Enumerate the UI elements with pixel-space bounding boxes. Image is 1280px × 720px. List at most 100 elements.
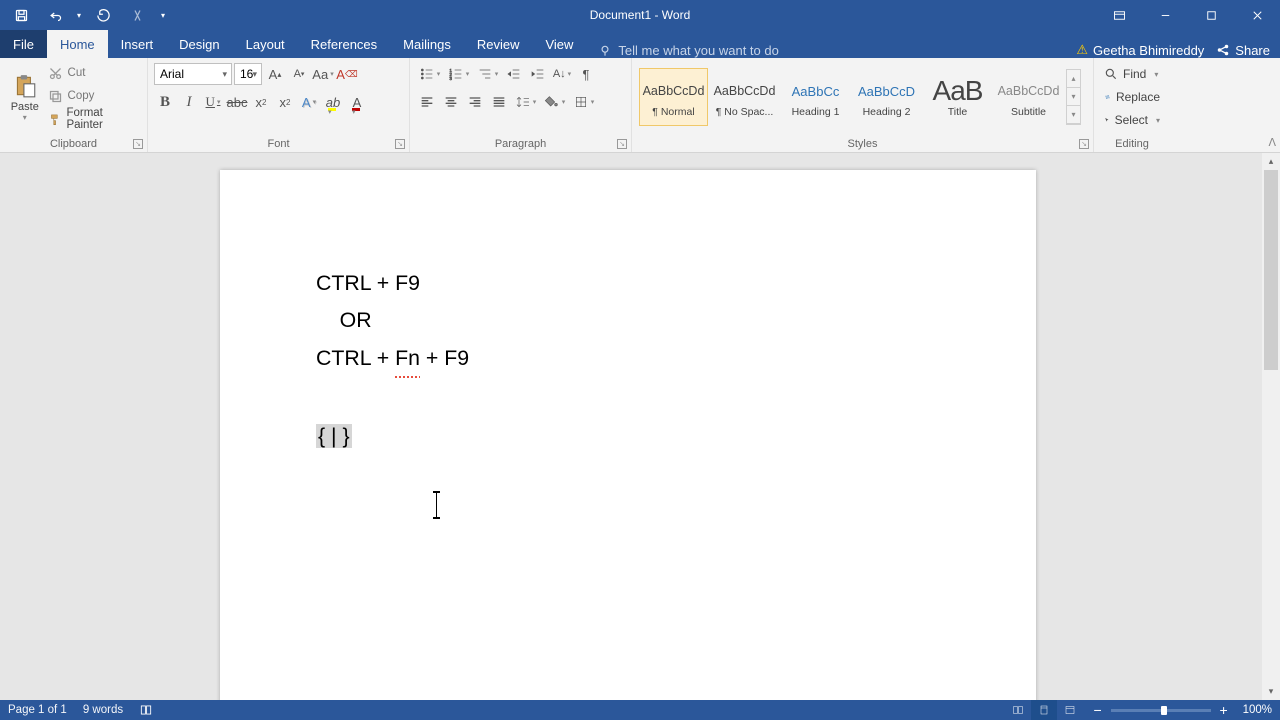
maximize-button[interactable] [1188, 0, 1234, 30]
align-right-button[interactable] [464, 91, 486, 113]
spell-error-fn[interactable]: Fn [395, 340, 420, 377]
text-effects-button[interactable]: A [298, 91, 320, 113]
styles-dialog-launcher[interactable]: ↘ [1079, 139, 1089, 149]
format-painter-button[interactable]: Format Painter [48, 108, 137, 130]
italic-button[interactable]: I [178, 91, 200, 113]
web-layout-button[interactable] [1057, 700, 1083, 720]
underline-button[interactable]: U [202, 91, 224, 113]
copy-button[interactable]: Copy [48, 85, 137, 107]
tab-insert[interactable]: Insert [108, 30, 167, 58]
justify-button[interactable] [488, 91, 510, 113]
window-title: Document1 - Word [590, 8, 690, 22]
ribbon-options-button[interactable] [1096, 0, 1142, 30]
tab-design[interactable]: Design [166, 30, 232, 58]
collapse-ribbon-button[interactable]: ᐱ [1268, 136, 1276, 149]
scroll-down-button[interactable]: ▾ [1262, 683, 1280, 700]
line-spacing-button[interactable] [512, 91, 539, 113]
borders-button[interactable] [570, 91, 597, 113]
align-center-button[interactable] [440, 91, 462, 113]
find-button[interactable]: Find▾ [1104, 63, 1160, 85]
print-layout-button[interactable] [1031, 700, 1057, 720]
subscript-button[interactable]: x2 [250, 91, 272, 113]
tab-layout[interactable]: Layout [233, 30, 298, 58]
share-button[interactable]: Share [1216, 43, 1270, 58]
grow-font-button[interactable]: A▴ [264, 63, 286, 85]
font-color-button[interactable]: A [346, 91, 368, 113]
highlight-button[interactable]: ab [322, 91, 344, 113]
document-content[interactable]: CTRL + F9 OR CTRL + Fn + F9 { | } [316, 265, 469, 455]
user-account[interactable]: ⚠ Geetha Bhimireddy [1076, 42, 1204, 58]
replace-button[interactable]: Replace [1104, 86, 1160, 108]
tab-view[interactable]: View [532, 30, 586, 58]
sort-button[interactable]: A↓ [551, 63, 573, 85]
vertical-scrollbar[interactable]: ▴ ▾ [1262, 153, 1280, 700]
shrink-font-button[interactable]: A▾ [288, 63, 310, 85]
page-count[interactable]: Page 1 of 1 [8, 704, 67, 716]
align-left-button[interactable] [416, 91, 438, 113]
tab-review[interactable]: Review [464, 30, 533, 58]
touch-mode-button[interactable] [120, 0, 154, 30]
select-button[interactable]: Select▾ [1104, 109, 1160, 131]
close-button[interactable] [1234, 0, 1280, 30]
tab-file[interactable]: File [0, 30, 47, 58]
read-mode-button[interactable] [1005, 700, 1031, 720]
font-dialog-launcher[interactable]: ↘ [395, 139, 405, 149]
bullets-button[interactable] [416, 63, 443, 85]
style-heading-1[interactable]: AaBbCcHeading 1 [781, 68, 850, 126]
tab-references[interactable]: References [298, 30, 390, 58]
style---normal[interactable]: AaBbCcDd¶ Normal [639, 68, 708, 126]
word-count[interactable]: 9 words [83, 704, 123, 716]
zoom-slider[interactable]: − + 100% [1091, 702, 1272, 718]
clipboard-group-label: Clipboard [0, 138, 147, 150]
multilevel-list-button[interactable] [474, 63, 501, 85]
undo-button[interactable] [38, 0, 72, 30]
zoom-percent[interactable]: 100% [1243, 704, 1272, 716]
zoom-out-button[interactable]: − [1091, 702, 1105, 718]
change-case-button[interactable]: Aa [312, 63, 334, 85]
zoom-in-button[interactable]: + [1217, 702, 1231, 718]
scroll-up-button[interactable]: ▴ [1262, 153, 1280, 170]
group-font: Arial 16 A▴ A▾ Aa A⌫ B I U abc x2 x2 A a… [148, 58, 410, 152]
clipboard-dialog-launcher[interactable]: ↘ [133, 139, 143, 149]
bold-button[interactable]: B [154, 91, 176, 113]
text-line-2: OR [340, 308, 372, 332]
font-size-select[interactable]: 16 [234, 63, 262, 85]
quick-access-toolbar: ▾ ▾ [0, 0, 172, 30]
show-hide-button[interactable]: ¶ [575, 63, 597, 85]
ribbon-tabs: File Home Insert Design Layout Reference… [0, 30, 1280, 58]
undo-dropdown[interactable]: ▾ [72, 0, 86, 30]
tab-home[interactable]: Home [47, 30, 108, 58]
scroll-thumb[interactable] [1264, 170, 1278, 370]
tab-mailings[interactable]: Mailings [390, 30, 464, 58]
proofing-icon[interactable] [139, 703, 153, 717]
qat-customize[interactable]: ▾ [154, 0, 172, 30]
paste-button[interactable]: Paste ▾ [6, 60, 44, 134]
save-button[interactable] [4, 0, 38, 30]
style-subtitle[interactable]: AaBbCcDdSubtitle [994, 68, 1063, 126]
field-code-braces[interactable]: { | } [316, 424, 352, 448]
minimize-button[interactable] [1142, 0, 1188, 30]
redo-button[interactable] [86, 0, 120, 30]
numbering-button[interactable]: 123 [445, 63, 472, 85]
font-name-select[interactable]: Arial [154, 63, 232, 85]
zoom-track[interactable] [1111, 709, 1211, 712]
paragraph-dialog-launcher[interactable]: ↘ [617, 139, 627, 149]
style-heading-2[interactable]: AaBbCcDHeading 2 [852, 68, 921, 126]
styles-scroll[interactable]: ▴▾▾ [1066, 69, 1081, 125]
shading-button[interactable] [541, 91, 568, 113]
superscript-button[interactable]: x2 [274, 91, 296, 113]
cut-button[interactable]: Cut [48, 62, 137, 84]
window-controls [1096, 0, 1280, 30]
style---no-spac---[interactable]: AaBbCcDd¶ No Spac... [710, 68, 779, 126]
group-styles: AaBbCcDd¶ NormalAaBbCcDd¶ No Spac...AaBb… [632, 58, 1094, 152]
document-page[interactable]: CTRL + F9 OR CTRL + Fn + F9 { | } [220, 170, 1036, 700]
clear-formatting-button[interactable]: A⌫ [336, 63, 358, 85]
decrease-indent-button[interactable] [503, 63, 525, 85]
strikethrough-button[interactable]: abc [226, 91, 248, 113]
tell-me-search[interactable]: Tell me what you want to do [598, 43, 778, 58]
style-title[interactable]: AaBTitle [923, 68, 992, 126]
paste-label: Paste [11, 101, 39, 113]
group-editing: Find▾ Replace Select▾ Editing [1094, 58, 1170, 152]
increase-indent-button[interactable] [527, 63, 549, 85]
text-cursor-icon [436, 493, 437, 517]
